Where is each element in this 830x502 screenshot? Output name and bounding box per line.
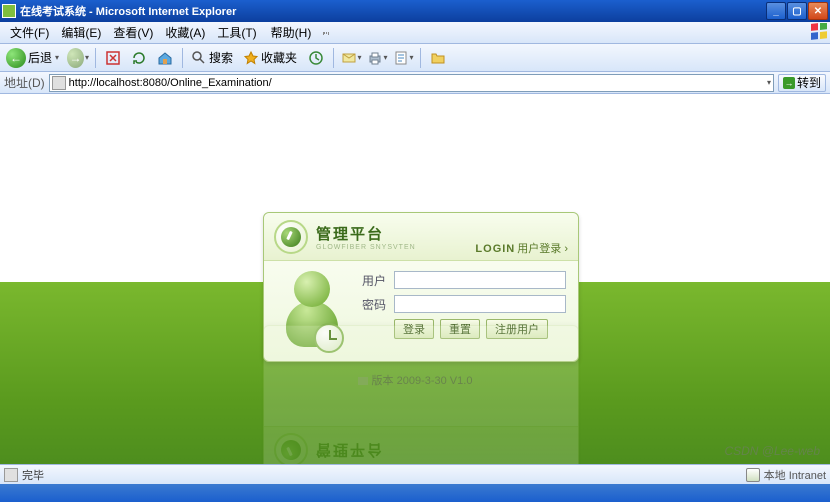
windows-logo-icon [810, 23, 828, 41]
search-button[interactable]: 搜索 [189, 47, 237, 69]
separator [333, 48, 334, 68]
platform-subtitle: GLOWFIBER SNYSVTEN [316, 244, 416, 251]
folder-button[interactable] [427, 47, 449, 69]
home-button[interactable] [154, 47, 176, 69]
go-label: 转到 [797, 74, 821, 91]
favorites-label: 收藏夹 [261, 49, 297, 66]
status-bar: 完毕 本地 Intranet [0, 464, 830, 484]
zone-icon [746, 468, 760, 482]
clock-icon [314, 323, 344, 353]
menu-file[interactable]: 文件(F) [4, 24, 55, 41]
edit-button[interactable]: ▾ [392, 47, 414, 69]
platform-title: 管理平台 [316, 223, 416, 244]
separator [95, 48, 96, 68]
window-title: 在线考试系统 - Microsoft Internet Explorer [20, 3, 765, 19]
platform-logo-icon [274, 220, 308, 254]
window-titlebar: 在线考试系统 - Microsoft Internet Explorer _ ▢… [0, 0, 830, 22]
password-input[interactable] [394, 295, 566, 313]
menu-favorites[interactable]: 收藏(A) [159, 24, 211, 41]
minimize-button[interactable]: _ [766, 2, 786, 20]
login-heading: LOGIN用户登录 › [475, 240, 568, 256]
page-content: 管理平台 GLOWFIBER SNYSVTEN LOGIN用户登录 › 用户 密… [0, 94, 830, 482]
menu-hint [323, 32, 329, 34]
taskbar [0, 484, 830, 502]
login-button[interactable]: 登录 [394, 319, 434, 339]
mail-button[interactable]: ▾ [340, 47, 362, 69]
password-label: 密码 [362, 296, 388, 313]
back-button[interactable]: ←后退▾ [4, 47, 63, 69]
card-header: 管理平台 GLOWFIBER SNYSVTEN LOGIN用户登录 › [264, 213, 578, 261]
url-field[interactable]: ▾ [49, 74, 774, 92]
go-button[interactable]: →转到 [778, 74, 826, 92]
page-icon [52, 76, 66, 90]
username-input[interactable] [394, 271, 566, 289]
favorites-button[interactable]: 收藏夹 [241, 47, 301, 69]
avatar-illustration [276, 271, 348, 353]
address-bar: 地址(D) ▾ →转到 [0, 72, 830, 94]
print-button[interactable]: ▾ [366, 47, 388, 69]
url-dropdown-icon[interactable]: ▾ [767, 78, 771, 87]
maximize-button[interactable]: ▢ [787, 2, 807, 20]
status-text: 完毕 [22, 467, 44, 483]
url-input[interactable] [69, 77, 763, 89]
register-button[interactable]: 注册用户 [486, 319, 548, 339]
menu-edit[interactable]: 编辑(E) [55, 24, 107, 41]
stop-button[interactable] [102, 47, 124, 69]
menu-view[interactable]: 查看(V) [107, 24, 159, 41]
reset-button[interactable]: 重置 [440, 319, 480, 339]
login-form: 用户 密码 登录 重置 注册用户 [362, 271, 566, 353]
close-button[interactable]: ✕ [808, 2, 828, 20]
separator [420, 48, 421, 68]
separator [182, 48, 183, 68]
search-label: 搜索 [209, 49, 233, 66]
history-button[interactable] [305, 47, 327, 69]
back-label: 后退 [28, 49, 52, 66]
toolbar: ←后退▾ →▾ 搜索 收藏夹 ▾ ▾ ▾ [0, 44, 830, 72]
app-icon [2, 4, 16, 18]
version-text: 版本 2009-3-30 V1.0 [0, 372, 830, 388]
menu-tools[interactable]: 工具(T) [211, 24, 262, 41]
menu-bar: 文件(F) 编辑(E) 查看(V) 收藏(A) 工具(T) 帮助(H) [0, 22, 830, 44]
version-icon [358, 377, 368, 385]
address-label: 地址(D) [4, 74, 45, 91]
menu-help[interactable]: 帮助(H) [265, 24, 318, 41]
forward-button[interactable]: →▾ [67, 47, 89, 69]
status-page-icon [4, 468, 18, 482]
username-label: 用户 [362, 272, 388, 289]
refresh-button[interactable] [128, 47, 150, 69]
login-card: 管理平台 GLOWFIBER SNYSVTEN LOGIN用户登录 › 用户 密… [263, 212, 579, 362]
zone-text: 本地 Intranet [764, 467, 826, 483]
